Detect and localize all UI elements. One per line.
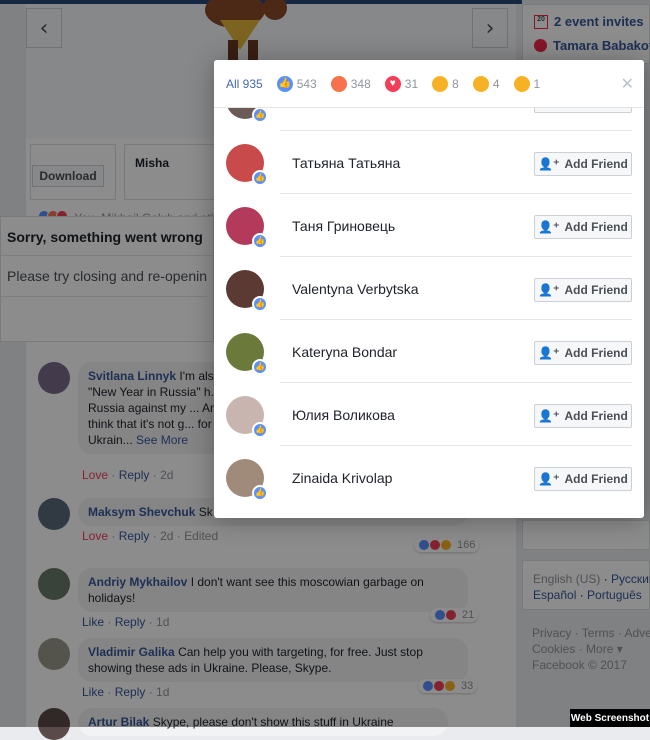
tab-wow[interactable]: 4	[472, 75, 500, 92]
person-name[interactable]: Kateryna Bondar	[292, 344, 397, 360]
add-person-icon: 👤⁺	[538, 471, 560, 486]
watermark: Web Screenshot	[570, 709, 650, 727]
like-badge-icon: 👍	[252, 358, 268, 375]
reactions-tabs: All 935 👍 543 348 ♥ 31 8 4 1 ✕	[214, 60, 644, 108]
like-badge-icon: 👍	[252, 484, 268, 501]
reactors-list: 👍 Ирина Ходько 👤⁺Add Friend 👍 Татьяна Та…	[214, 80, 644, 509]
like-badge-icon: 👍	[252, 169, 268, 186]
avatar[interactable]: 👍	[226, 332, 268, 375]
sad-icon	[513, 75, 530, 92]
avatar[interactable]: 👍	[226, 269, 268, 312]
add-friend-button[interactable]: 👤⁺Add Friend	[534, 403, 632, 428]
add-friend-button[interactable]: 👤⁺Add Friend	[534, 277, 632, 302]
list-item: 👍 Kateryna Bondar 👤⁺ Add Friend	[214, 320, 644, 383]
add-person-icon: 👤⁺	[538, 156, 560, 171]
add-friend-button[interactable]: 👤⁺Add Friend	[534, 214, 632, 239]
add-friend-button[interactable]: 👤⁺Add Friend	[534, 466, 632, 491]
person-name[interactable]: Zinaida Krivolap	[292, 470, 392, 486]
list-item: 👍 Татьяна Татьяна 👤⁺ Add Friend	[214, 131, 644, 194]
wow-icon	[472, 75, 489, 92]
avatar[interactable]: 👍	[226, 143, 268, 186]
add-person-icon: 👤⁺	[538, 345, 560, 360]
tab-like[interactable]: 👍 543	[276, 75, 317, 92]
avatar[interactable]: 👍	[226, 206, 268, 249]
tab-angry[interactable]: 348	[330, 75, 371, 92]
like-icon: 👍	[276, 75, 293, 92]
tab-all[interactable]: All 935	[226, 77, 263, 91]
like-badge-icon: 👍	[252, 421, 268, 438]
tab-haha[interactable]: 8	[432, 75, 459, 92]
person-name[interactable]: Татьяна Татьяна	[292, 155, 400, 171]
angry-icon	[330, 75, 347, 92]
love-icon: ♥	[384, 75, 401, 92]
add-person-icon: 👤⁺	[538, 282, 560, 297]
avatar[interactable]: 👍	[226, 458, 268, 501]
add-person-icon: 👤⁺	[538, 219, 560, 234]
close-icon[interactable]: ✕	[621, 74, 634, 93]
add-friend-button[interactable]: 👤⁺Add Friend	[534, 340, 632, 365]
list-item: 👍 Valentyna Verbytska 👤⁺ Add Friend	[214, 257, 644, 320]
person-name[interactable]: Таня Гриновець	[292, 218, 395, 234]
add-person-icon: 👤⁺	[538, 408, 560, 423]
reactions-dialog: 👍 Ирина Ходько 👤⁺Add Friend 👍 Татьяна Та…	[214, 60, 644, 518]
haha-icon	[432, 75, 449, 92]
like-badge-icon: 👍	[252, 106, 268, 123]
person-name[interactable]: Valentyna Verbytska	[292, 281, 419, 297]
add-friend-button[interactable]: 👤⁺Add Friend	[534, 151, 632, 176]
avatar[interactable]: 👍	[226, 395, 268, 438]
list-item: 👍 Юлия Воликова 👤⁺ Add Friend	[214, 383, 644, 446]
tab-love[interactable]: ♥ 31	[384, 75, 418, 92]
like-badge-icon: 👍	[252, 232, 268, 249]
tab-sad[interactable]: 1	[513, 75, 540, 92]
person-name[interactable]: Юлия Воликова	[292, 407, 395, 423]
list-item: 👍 Zinaida Krivolap 👤⁺ Add Friend	[214, 446, 644, 509]
like-badge-icon: 👍	[252, 295, 268, 312]
list-item: 👍 Таня Гриновець 👤⁺ Add Friend	[214, 194, 644, 257]
